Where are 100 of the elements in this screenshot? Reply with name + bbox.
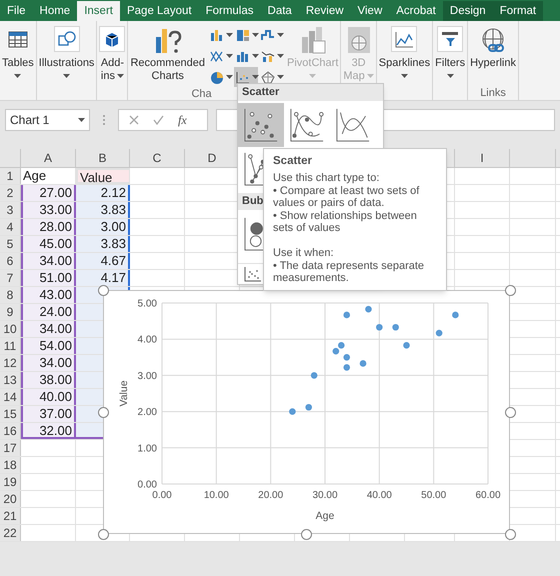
- table-cell: 27.00: [21, 185, 76, 201]
- more-scatter-charts-icon[interactable]: [244, 266, 262, 282]
- scatter-smooth-lines-markers-icon: [290, 108, 324, 142]
- row-header[interactable]: 21: [0, 508, 21, 524]
- row-header[interactable]: 10: [0, 321, 21, 337]
- row-header[interactable]: 12: [0, 355, 21, 371]
- y-tick-label: 4.00: [138, 334, 157, 346]
- data-point: [436, 330, 442, 336]
- illustrations-button[interactable]: Illustrations: [38, 24, 96, 78]
- row-header[interactable]: 18: [0, 457, 21, 473]
- combo-chart-icon: [260, 48, 276, 64]
- ribbon-tab[interactable]: Format: [492, 1, 544, 21]
- table-cell: 3.00: [76, 219, 130, 235]
- filters-button[interactable]: Filters: [434, 24, 466, 78]
- y-tick-label: 2.00: [138, 407, 157, 418]
- sparkline-icon: [394, 30, 414, 48]
- chart-area[interactable]: 0.00 10.00 20.00 30.00 40.00 50.00 60.00 0.00 1.00 2.00 3.00 4.00 5.00 Age Value: [103, 290, 510, 534]
- data-point: [403, 342, 410, 349]
- scatter-chart-icon: [234, 70, 251, 84]
- table-cell: 51.00: [21, 270, 76, 286]
- shapes-icon: [56, 30, 77, 48]
- ribbon-tab[interactable]: Formulas: [198, 1, 261, 21]
- row-header[interactable]: 19: [0, 474, 21, 490]
- row-header[interactable]: 5: [0, 236, 21, 252]
- data-point: [452, 312, 459, 318]
- row-header[interactable]: 4: [0, 219, 21, 235]
- caret-icon: [277, 33, 284, 37]
- ribbon-tab[interactable]: Insert: [77, 1, 120, 21]
- ribbon-tab[interactable]: Design: [442, 1, 493, 21]
- radar-chart-icon: [260, 70, 276, 84]
- recommended-button[interactable]: Recommended Charts: [129, 24, 206, 83]
- tooltip-title: Scatter: [273, 154, 313, 168]
- row-header[interactable]: 17: [0, 440, 21, 456]
- pie-chart-icon: [209, 70, 226, 84]
- table-cell: 3.83: [76, 236, 130, 252]
- x-tick-label: 40.00: [366, 490, 392, 501]
- table-cell: 34.00: [21, 321, 76, 337]
- y-tick-label: 3.00: [138, 370, 157, 382]
- row-header[interactable]: 11: [0, 338, 21, 354]
- caret-icon: [226, 75, 234, 79]
- row-header[interactable]: 20: [0, 491, 21, 507]
- hyperlink-button[interactable]: Hyperlink: [469, 24, 517, 70]
- row-header[interactable]: 3: [0, 202, 21, 218]
- table-cell: 45.00: [21, 236, 76, 252]
- data-point: [343, 354, 350, 361]
- table-cell: 34.00: [21, 355, 76, 371]
- row-header[interactable]: 22: [0, 525, 21, 541]
- row-header[interactable]: 6: [0, 253, 21, 269]
- row-header[interactable]: 7: [0, 270, 21, 286]
- grip-icon: [102, 114, 106, 126]
- sparklines-button[interactable]: Sparklines: [378, 24, 432, 78]
- addins-button[interactable]: Add- ins: [98, 24, 126, 83]
- table-cell: 32.00: [21, 423, 76, 439]
- ribbon-tab[interactable]: Acrobat: [389, 1, 443, 21]
- check-icon[interactable]: [153, 115, 164, 125]
- data-point: [343, 364, 350, 371]
- caret-icon: [78, 118, 85, 122]
- waterfall-icon: [260, 28, 276, 42]
- table-cell: 38.00: [21, 372, 76, 388]
- group-label: Links: [480, 87, 506, 99]
- data-point: [310, 372, 318, 379]
- y-axis-title: Value: [118, 380, 130, 407]
- table-cell: 34.00: [21, 253, 76, 269]
- caret-icon: [252, 33, 259, 37]
- insert-function-button[interactable]: fx: [178, 111, 187, 129]
- caret-icon: [446, 74, 454, 78]
- row-header[interactable]: 16: [0, 423, 21, 439]
- row-header[interactable]: 9: [0, 304, 21, 320]
- row-header[interactable]: 1: [0, 168, 21, 184]
- x-tick-label: 30.00: [312, 490, 338, 501]
- menu-section-header: Scatter: [238, 84, 383, 101]
- x-tick-label: 0.00: [152, 490, 172, 501]
- caret-icon: [309, 74, 316, 78]
- caret-icon: [277, 54, 284, 58]
- row-header[interactable]: 2: [0, 185, 21, 201]
- table-cell: 54.00: [21, 338, 76, 354]
- row-header[interactable]: 8: [0, 287, 21, 303]
- caret-icon: [226, 33, 234, 37]
- ribbon-tab[interactable]: Home: [32, 1, 78, 21]
- y-tick-label: 1.00: [138, 443, 157, 454]
- name-box[interactable]: Chart 1: [5, 109, 90, 131]
- ribbon-tab[interactable]: Data: [260, 1, 299, 21]
- data-point: [365, 306, 372, 312]
- table-cell: 24.00: [21, 304, 76, 320]
- ribbon-tab[interactable]: Review: [298, 1, 351, 21]
- ribbon-tab[interactable]: File: [0, 1, 33, 21]
- row-header[interactable]: 14: [0, 389, 21, 405]
- table-cell: Value: [76, 168, 130, 184]
- data-point: [360, 360, 366, 367]
- caret-icon: [277, 75, 284, 79]
- chart-type-option[interactable]: [238, 103, 284, 147]
- row-header[interactable]: 13: [0, 372, 21, 388]
- tooltip-heading: Use this chart type to:: [273, 172, 380, 184]
- ribbon-tab[interactable]: View: [350, 1, 390, 21]
- caret-icon: [226, 54, 234, 58]
- row-header[interactable]: 15: [0, 406, 21, 422]
- table-cell: 40.00: [21, 389, 76, 405]
- ribbon-tab[interactable]: Page Layout: [120, 1, 199, 21]
- table-cell: 4.67: [76, 253, 130, 269]
- tables-button[interactable]: Tables: [1, 24, 35, 78]
